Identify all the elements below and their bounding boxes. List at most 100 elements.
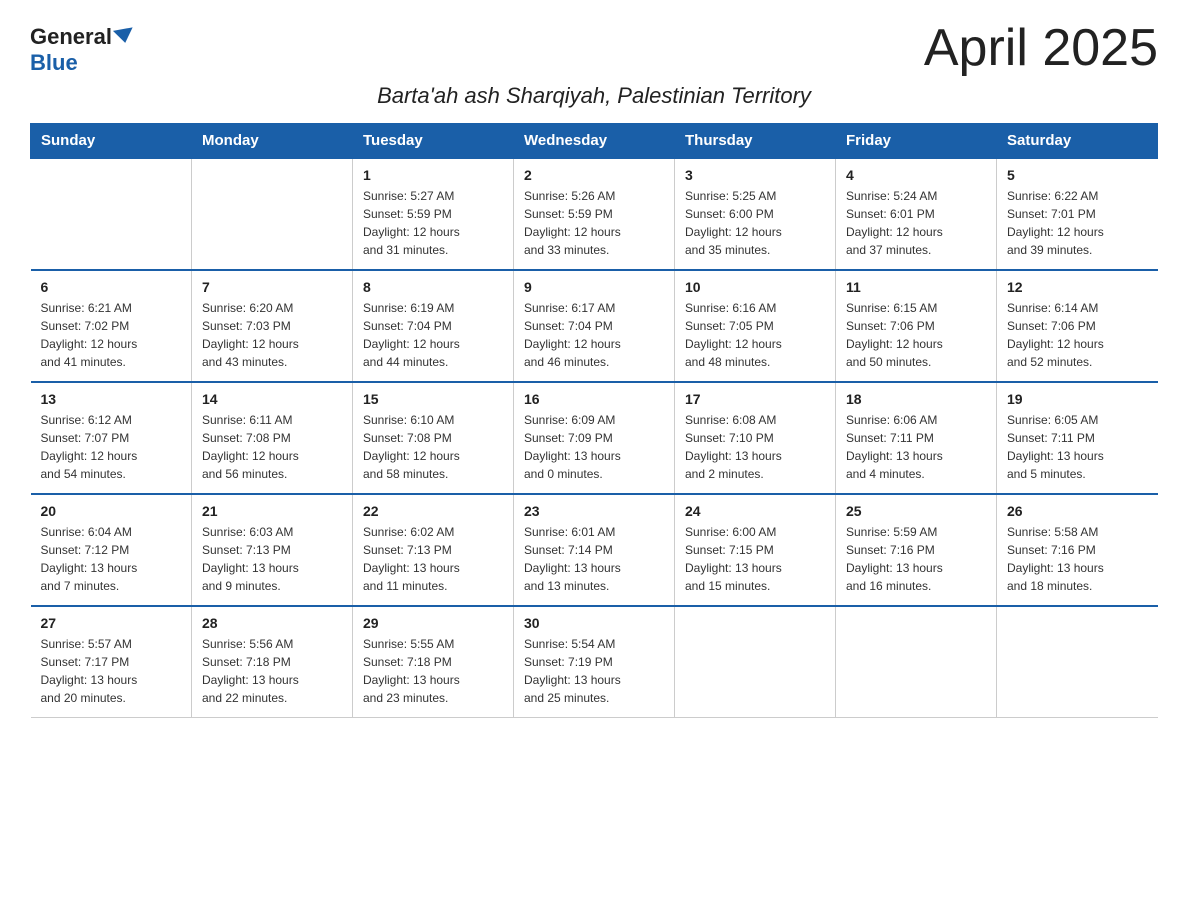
day-number: 23: [524, 503, 664, 519]
calendar-cell: 16Sunrise: 6:09 AM Sunset: 7:09 PM Dayli…: [514, 382, 675, 494]
day-info: Sunrise: 6:19 AM Sunset: 7:04 PM Dayligh…: [363, 299, 503, 371]
calendar-cell: 17 Sunrise: 6:08 AM Sunset: 7:10 PM Dayli…: [675, 382, 836, 494]
calendar-week-row: 1 Sunrise: 5:27 AM Sunset: 5:59 PM Daylig…: [31, 158, 1158, 270]
day-number: 16: [524, 391, 664, 407]
calendar-cell: 4 Sunrise: 5:24 AM Sunset: 6:01 PM Daylig…: [836, 158, 997, 270]
day-info: Sunrise: 6:05 AM Sunset: 7:11 PM Dayligh…: [1007, 411, 1148, 483]
day-number: 29: [363, 615, 503, 631]
day-number: 18: [846, 391, 986, 407]
day-info: Sunrise: 6:10 AM Sunset: 7:08 PM Dayligh…: [363, 411, 503, 483]
day-info: Sunrise: 5:54 AM Sunset: 7:19 PM Dayligh…: [524, 635, 664, 707]
calendar-cell: 27 Sunrise: 5:57 AM Sunset: 7:17 PM Dayli…: [31, 606, 192, 718]
day-info: Sunrise: 6:08 AM Sunset: 7:10 PM Dayligh…: [685, 411, 825, 483]
calendar-cell: 1 Sunrise: 5:27 AM Sunset: 5:59 PM Daylig…: [353, 158, 514, 270]
calendar-week-row: 27 Sunrise: 5:57 AM Sunset: 7:17 PM Dayli…: [31, 606, 1158, 718]
calendar-cell: 8 Sunrise: 6:19 AM Sunset: 7:04 PM Daylig…: [353, 270, 514, 382]
day-number: 1: [363, 167, 503, 183]
day-number: 3: [685, 167, 825, 183]
day-info: Sunrise: 6:22 AM Sunset: 7:01 PM Dayligh…: [1007, 187, 1148, 259]
weekday-header-saturday: Saturday: [997, 124, 1158, 159]
day-number: 15: [363, 391, 503, 407]
calendar-cell: [997, 606, 1158, 718]
day-info: Sunrise: 6:02 AM Sunset: 7:13 PM Dayligh…: [363, 523, 503, 595]
calendar-cell: 23Sunrise: 6:01 AM Sunset: 7:14 PM Dayli…: [514, 494, 675, 606]
weekday-header-wednesday: Wednesday: [514, 124, 675, 159]
day-number: 28: [202, 615, 342, 631]
calendar-cell: [31, 158, 192, 270]
day-info: Sunrise: 6:06 AM Sunset: 7:11 PM Dayligh…: [846, 411, 986, 483]
day-number: 6: [41, 279, 182, 295]
day-number: 22: [363, 503, 503, 519]
calendar-table: SundayMondayTuesdayWednesdayThursdayFrid…: [30, 123, 1158, 718]
day-number: 21: [202, 503, 342, 519]
day-number: 14: [202, 391, 342, 407]
day-info: Sunrise: 6:12 AM Sunset: 7:07 PM Dayligh…: [41, 411, 182, 483]
calendar-cell: 21Sunrise: 6:03 AM Sunset: 7:13 PM Dayli…: [192, 494, 353, 606]
logo-blue-text: Blue: [30, 50, 78, 76]
day-number: 8: [363, 279, 503, 295]
day-info: Sunrise: 5:24 AM Sunset: 6:01 PM Dayligh…: [846, 187, 986, 259]
weekday-header-friday: Friday: [836, 124, 997, 159]
calendar-cell: 2 Sunrise: 5:26 AM Sunset: 5:59 PM Daylig…: [514, 158, 675, 270]
calendar-cell: [192, 158, 353, 270]
calendar-cell: 22 Sunrise: 6:02 AM Sunset: 7:13 PM Dayli…: [353, 494, 514, 606]
calendar-cell: 6 Sunrise: 6:21 AM Sunset: 7:02 PM Daylig…: [31, 270, 192, 382]
weekday-header-sunday: Sunday: [31, 124, 192, 159]
calendar-cell: 20 Sunrise: 6:04 AM Sunset: 7:12 PM Dayli…: [31, 494, 192, 606]
day-number: 20: [41, 503, 182, 519]
day-info: Sunrise: 6:20 AM Sunset: 7:03 PM Dayligh…: [202, 299, 342, 371]
calendar-cell: 13 Sunrise: 6:12 AM Sunset: 7:07 PM Dayli…: [31, 382, 192, 494]
day-number: 12: [1007, 279, 1148, 295]
calendar-week-row: 13 Sunrise: 6:12 AM Sunset: 7:07 PM Dayli…: [31, 382, 1158, 494]
day-number: 19: [1007, 391, 1148, 407]
day-info: Sunrise: 6:04 AM Sunset: 7:12 PM Dayligh…: [41, 523, 182, 595]
day-number: 10: [685, 279, 825, 295]
logo-general: General: [30, 24, 134, 50]
day-info: Sunrise: 5:56 AM Sunset: 7:18 PM Dayligh…: [202, 635, 342, 707]
day-number: 25: [846, 503, 986, 519]
calendar-cell: 3 Sunrise: 5:25 AM Sunset: 6:00 PM Daylig…: [675, 158, 836, 270]
calendar-cell: [675, 606, 836, 718]
calendar-cell: 24 Sunrise: 6:00 AM Sunset: 7:15 PM Dayli…: [675, 494, 836, 606]
calendar-cell: 25 Sunrise: 5:59 AM Sunset: 7:16 PM Dayli…: [836, 494, 997, 606]
calendar-cell: 11Sunrise: 6:15 AM Sunset: 7:06 PM Dayli…: [836, 270, 997, 382]
month-title: April 2025: [924, 20, 1158, 77]
day-info: Sunrise: 5:26 AM Sunset: 5:59 PM Dayligh…: [524, 187, 664, 259]
calendar-cell: 10 Sunrise: 6:16 AM Sunset: 7:05 PM Dayli…: [675, 270, 836, 382]
day-info: Sunrise: 5:57 AM Sunset: 7:17 PM Dayligh…: [41, 635, 182, 707]
weekday-header-row: SundayMondayTuesdayWednesdayThursdayFrid…: [31, 124, 1158, 159]
calendar-cell: 29 Sunrise: 5:55 AM Sunset: 7:18 PM Dayli…: [353, 606, 514, 718]
day-number: 11: [846, 279, 986, 295]
calendar-week-row: 6 Sunrise: 6:21 AM Sunset: 7:02 PM Daylig…: [31, 270, 1158, 382]
day-info: Sunrise: 5:55 AM Sunset: 7:18 PM Dayligh…: [363, 635, 503, 707]
day-number: 13: [41, 391, 182, 407]
logo-general-text: General: [30, 24, 112, 50]
day-number: 24: [685, 503, 825, 519]
day-number: 17: [685, 391, 825, 407]
day-info: Sunrise: 6:00 AM Sunset: 7:15 PM Dayligh…: [685, 523, 825, 595]
logo: General Blue: [30, 20, 134, 76]
calendar-cell: 18 Sunrise: 6:06 AM Sunset: 7:11 PM Dayli…: [836, 382, 997, 494]
day-info: Sunrise: 5:25 AM Sunset: 6:00 PM Dayligh…: [685, 187, 825, 259]
day-number: 2: [524, 167, 664, 183]
day-info: Sunrise: 6:14 AM Sunset: 7:06 PM Dayligh…: [1007, 299, 1148, 371]
calendar-week-row: 20 Sunrise: 6:04 AM Sunset: 7:12 PM Dayli…: [31, 494, 1158, 606]
weekday-header-monday: Monday: [192, 124, 353, 159]
day-number: 26: [1007, 503, 1148, 519]
calendar-cell: 5 Sunrise: 6:22 AM Sunset: 7:01 PM Daylig…: [997, 158, 1158, 270]
day-info: Sunrise: 6:16 AM Sunset: 7:05 PM Dayligh…: [685, 299, 825, 371]
calendar-cell: 19 Sunrise: 6:05 AM Sunset: 7:11 PM Dayli…: [997, 382, 1158, 494]
day-number: 27: [41, 615, 182, 631]
day-number: 4: [846, 167, 986, 183]
day-number: 5: [1007, 167, 1148, 183]
calendar-cell: 9Sunrise: 6:17 AM Sunset: 7:04 PM Daylig…: [514, 270, 675, 382]
day-info: Sunrise: 6:11 AM Sunset: 7:08 PM Dayligh…: [202, 411, 342, 483]
calendar-cell: 12 Sunrise: 6:14 AM Sunset: 7:06 PM Dayli…: [997, 270, 1158, 382]
day-info: Sunrise: 5:59 AM Sunset: 7:16 PM Dayligh…: [846, 523, 986, 595]
calendar-cell: [836, 606, 997, 718]
calendar-cell: 26Sunrise: 5:58 AM Sunset: 7:16 PM Dayli…: [997, 494, 1158, 606]
day-info: Sunrise: 5:27 AM Sunset: 5:59 PM Dayligh…: [363, 187, 503, 259]
day-number: 7: [202, 279, 342, 295]
header: General Blue April 2025: [30, 20, 1158, 77]
day-info: Sunrise: 6:21 AM Sunset: 7:02 PM Dayligh…: [41, 299, 182, 371]
